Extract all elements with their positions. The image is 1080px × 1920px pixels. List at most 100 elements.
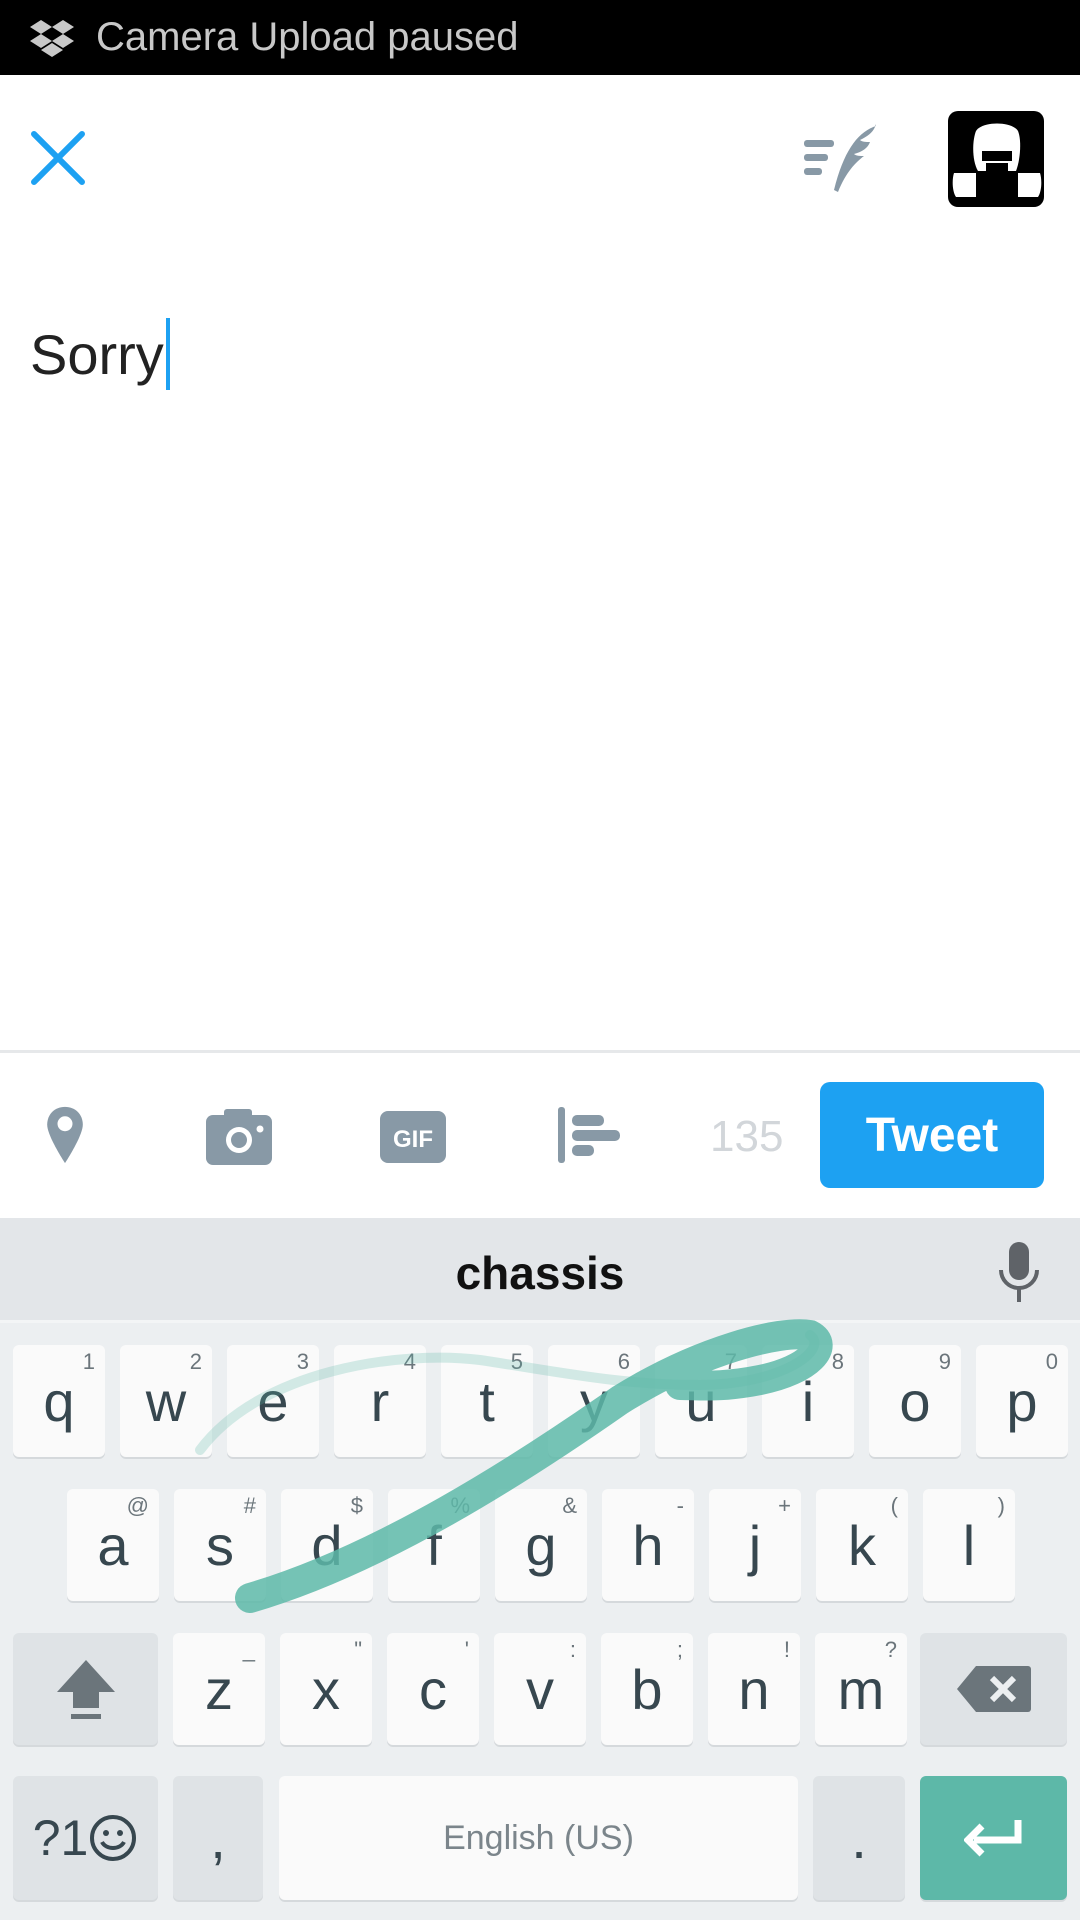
- key-label: g: [525, 1513, 557, 1577]
- comma-label: ,: [210, 1806, 226, 1870]
- key-hint: @: [126, 1493, 149, 1518]
- space-label: English (US): [443, 1818, 634, 1857]
- shift-arrow-icon: [56, 1660, 115, 1719]
- tweet-button[interactable]: Tweet: [820, 1082, 1044, 1188]
- key-label: v: [526, 1657, 554, 1721]
- key-label: l: [962, 1513, 976, 1577]
- key-label: k: [848, 1513, 876, 1577]
- tweet-text-input[interactable]: Sorry: [30, 318, 170, 390]
- key-n[interactable]: n!: [708, 1633, 800, 1745]
- suggestion-strip: chassis: [0, 1218, 1080, 1323]
- key-label: e: [257, 1369, 289, 1433]
- key-label: j: [748, 1513, 762, 1577]
- period-label: .: [851, 1806, 867, 1870]
- key-b[interactable]: b;: [601, 1633, 693, 1745]
- key-hint: &: [562, 1493, 577, 1518]
- key-hint: 7: [724, 1349, 737, 1374]
- key-label: c: [419, 1657, 447, 1721]
- key-label: s: [206, 1513, 234, 1577]
- location-pin-icon[interactable]: [44, 1105, 86, 1165]
- text-caret: [165, 318, 170, 390]
- key-label: x: [312, 1657, 340, 1721]
- key-label: i: [801, 1369, 815, 1433]
- key-hint: #: [243, 1493, 256, 1518]
- key-m[interactable]: m?: [815, 1633, 907, 1745]
- key-hint: 0: [1045, 1349, 1058, 1374]
- key-label: d: [311, 1513, 343, 1577]
- key-hint: 5: [510, 1349, 523, 1374]
- key-hint: 8: [831, 1349, 844, 1374]
- character-count: 135: [710, 1112, 784, 1161]
- key-hint: +: [778, 1493, 791, 1518]
- divider: [0, 1050, 1080, 1053]
- backspace-key[interactable]: [920, 1633, 1067, 1745]
- backspace-icon: [956, 1666, 1031, 1712]
- symbols-emoji-key[interactable]: ?1: [13, 1776, 158, 1900]
- key-d[interactable]: d $: [281, 1489, 373, 1601]
- key-f[interactable]: f%: [388, 1489, 480, 1601]
- key-label: m: [837, 1657, 885, 1721]
- dropbox-icon: [30, 19, 74, 57]
- key-s[interactable]: s #: [174, 1489, 266, 1601]
- close-icon[interactable]: [30, 130, 86, 186]
- key-c[interactable]: c ': [387, 1633, 479, 1745]
- poll-icon[interactable]: [556, 1105, 622, 1165]
- drafts-quill-icon[interactable]: [800, 122, 880, 194]
- key-k[interactable]: k(: [816, 1489, 908, 1601]
- key-hint: %: [450, 1493, 470, 1518]
- key-label: p: [1006, 1369, 1038, 1433]
- key-w[interactable]: w2: [120, 1345, 212, 1457]
- svg-text:GIF: GIF: [393, 1126, 433, 1153]
- user-avatar[interactable]: [948, 111, 1044, 207]
- notification-text: Camera Upload paused: [96, 15, 519, 59]
- key-hint: ): [997, 1493, 1005, 1518]
- key-hint: 1: [82, 1349, 95, 1374]
- key-hint: _: [242, 1637, 255, 1662]
- key-a[interactable]: a @: [67, 1489, 159, 1601]
- key-hint: ": [354, 1637, 362, 1662]
- key-z[interactable]: z _: [173, 1633, 265, 1745]
- key-hint: !: [783, 1637, 790, 1662]
- key-hint: $: [350, 1493, 363, 1518]
- period-key[interactable]: .: [813, 1776, 905, 1900]
- key-hint: :: [569, 1637, 576, 1662]
- key-o[interactable]: o9: [869, 1345, 961, 1457]
- key-q[interactable]: q1: [13, 1345, 105, 1457]
- enter-key[interactable]: [920, 1776, 1067, 1900]
- key-hint: -: [676, 1493, 684, 1518]
- key-x[interactable]: x ": [280, 1633, 372, 1745]
- enter-arrow-icon: [963, 1820, 1021, 1857]
- key-j[interactable]: j +: [709, 1489, 801, 1601]
- key-r[interactable]: r4: [334, 1345, 426, 1457]
- gif-icon[interactable]: GIF: [380, 1105, 448, 1165]
- shift-key[interactable]: [13, 1633, 158, 1745]
- key-hint: 2: [189, 1349, 202, 1374]
- key-y[interactable]: y6: [548, 1345, 640, 1457]
- key-label: o: [899, 1369, 931, 1433]
- key-hint: (: [890, 1493, 898, 1518]
- key-label: r: [370, 1369, 390, 1433]
- status-bar: Camera Upload paused: [0, 0, 1080, 75]
- camera-icon[interactable]: [206, 1105, 274, 1165]
- suggestion-word[interactable]: chassis: [0, 1246, 1080, 1300]
- key-p[interactable]: p0: [976, 1345, 1068, 1457]
- microphone-icon[interactable]: [995, 1240, 1043, 1304]
- key-h[interactable]: h-: [602, 1489, 694, 1601]
- key-u[interactable]: u7: [655, 1345, 747, 1457]
- key-label: w: [145, 1369, 187, 1433]
- comma-key[interactable]: ,: [173, 1776, 263, 1900]
- key-hint: 6: [617, 1349, 630, 1374]
- key-label: n: [738, 1657, 770, 1721]
- key-g[interactable]: g &: [495, 1489, 587, 1601]
- emoji-icon: [90, 1815, 137, 1861]
- symbols-label: ?1: [32, 1810, 89, 1866]
- key-l[interactable]: l): [923, 1489, 1015, 1601]
- key-hint: 3: [296, 1349, 309, 1374]
- key-i[interactable]: i8: [762, 1345, 854, 1457]
- key-t[interactable]: t5: [441, 1345, 533, 1457]
- space-bar[interactable]: English (US): [279, 1776, 798, 1900]
- key-label: q: [43, 1369, 75, 1433]
- key-hint: ;: [676, 1637, 683, 1662]
- key-e[interactable]: e3: [227, 1345, 319, 1457]
- key-v[interactable]: v:: [494, 1633, 586, 1745]
